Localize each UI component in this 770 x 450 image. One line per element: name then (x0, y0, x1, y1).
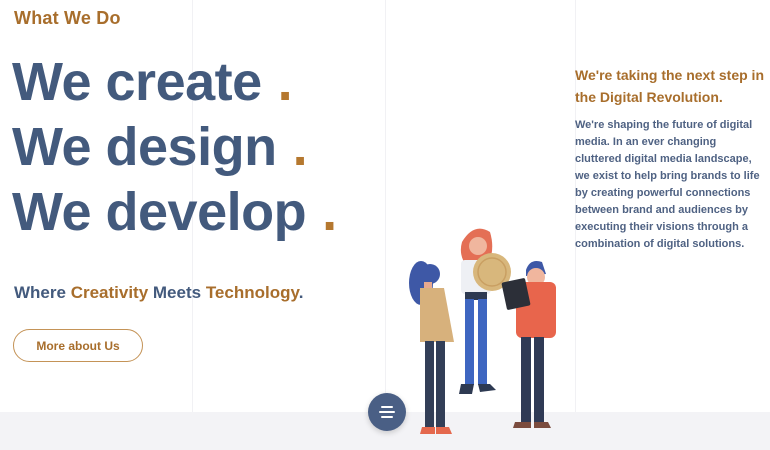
headline-design: We design. (12, 115, 308, 179)
tagline-text: Meets (148, 283, 206, 302)
section-eyebrow: What We Do (14, 8, 121, 28)
headline-develop: We develop. (12, 180, 337, 244)
tagline-accent: Technology (205, 283, 299, 302)
more-about-us-button[interactable]: More about Us (13, 329, 143, 362)
headline-text: We design (12, 117, 277, 177)
headline-text: We create (12, 52, 262, 112)
headline-create: We create. (12, 50, 293, 114)
person-right-illustration (501, 261, 556, 428)
sidebar-title: We're taking the next step in the Digita… (575, 67, 764, 105)
tagline-text: . (298, 283, 304, 302)
sidebar-body: We're shaping the future of digital medi… (575, 119, 760, 250)
headline-text: We develop (12, 182, 307, 242)
headline-dot: . (277, 52, 293, 112)
team-illustration (409, 228, 556, 434)
person-left-illustration (409, 261, 454, 434)
menu-button[interactable] (368, 393, 406, 431)
tagline-text: Where (14, 283, 71, 302)
tagline-accent: Creativity (70, 283, 149, 302)
person-middle-illustration (459, 228, 511, 394)
headline-dot: . (292, 117, 308, 177)
headline-dot: . (322, 182, 337, 242)
hamburger-menu-icon (379, 405, 395, 419)
grid-line (385, 0, 386, 450)
tagline: Where Creativity Meets Technology. (14, 283, 303, 303)
